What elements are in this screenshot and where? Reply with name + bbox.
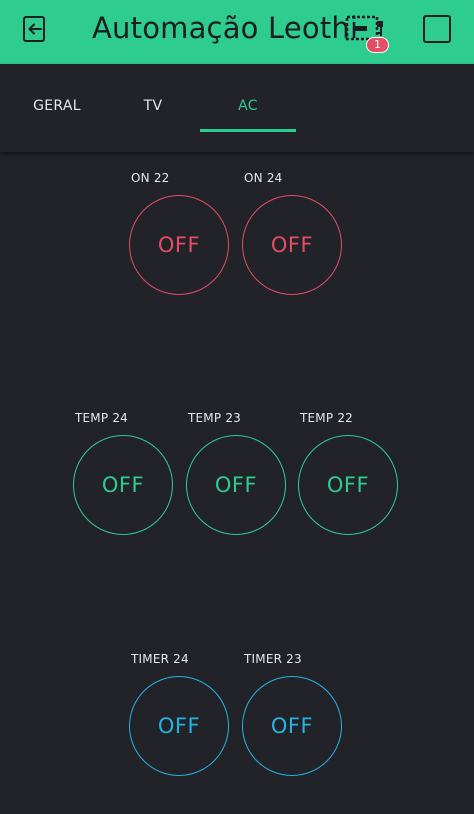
app-screen: Automação Leothi 1 GERAL TV AC ON 22 OFF… — [0, 0, 474, 814]
temp-24-button[interactable]: OFF — [73, 435, 173, 535]
button-state: OFF — [157, 233, 201, 257]
on-22-button[interactable]: OFF — [129, 195, 229, 295]
widget-label: TEMP 22 — [300, 411, 353, 425]
button-state: OFF — [270, 714, 314, 738]
tab-geral[interactable]: GERAL — [9, 98, 105, 114]
tab-bar: GERAL TV AC — [0, 64, 474, 152]
widget-label: TIMER 23 — [244, 652, 302, 666]
timer-23-button[interactable]: OFF — [242, 676, 342, 776]
widget-label: ON 24 — [244, 171, 283, 185]
button-state: OFF — [157, 714, 201, 738]
button-state: OFF — [270, 233, 314, 257]
button-state: OFF — [214, 473, 258, 497]
stop-square-icon — [423, 15, 451, 43]
widget-label: TIMER 24 — [131, 652, 189, 666]
active-tab-indicator — [200, 129, 296, 132]
header-bar: Automação Leothi 1 — [0, 0, 474, 64]
widget-label: TEMP 23 — [188, 411, 241, 425]
exit-left-icon — [23, 16, 45, 42]
project-title: Automação Leothi — [92, 11, 359, 45]
notification-badge: 1 — [366, 37, 389, 53]
tab-tv[interactable]: TV — [105, 98, 201, 114]
temp-23-button[interactable]: OFF — [186, 435, 286, 535]
on-24-button[interactable]: OFF — [242, 195, 342, 295]
temp-22-button[interactable]: OFF — [298, 435, 398, 535]
back-button[interactable] — [19, 14, 49, 44]
stop-button[interactable] — [422, 14, 452, 44]
timer-24-button[interactable]: OFF — [129, 676, 229, 776]
widget-label: TEMP 24 — [75, 411, 128, 425]
button-state: OFF — [326, 473, 370, 497]
tab-ac[interactable]: AC — [200, 98, 296, 114]
button-state: OFF — [101, 473, 145, 497]
widget-label: ON 22 — [131, 171, 170, 185]
